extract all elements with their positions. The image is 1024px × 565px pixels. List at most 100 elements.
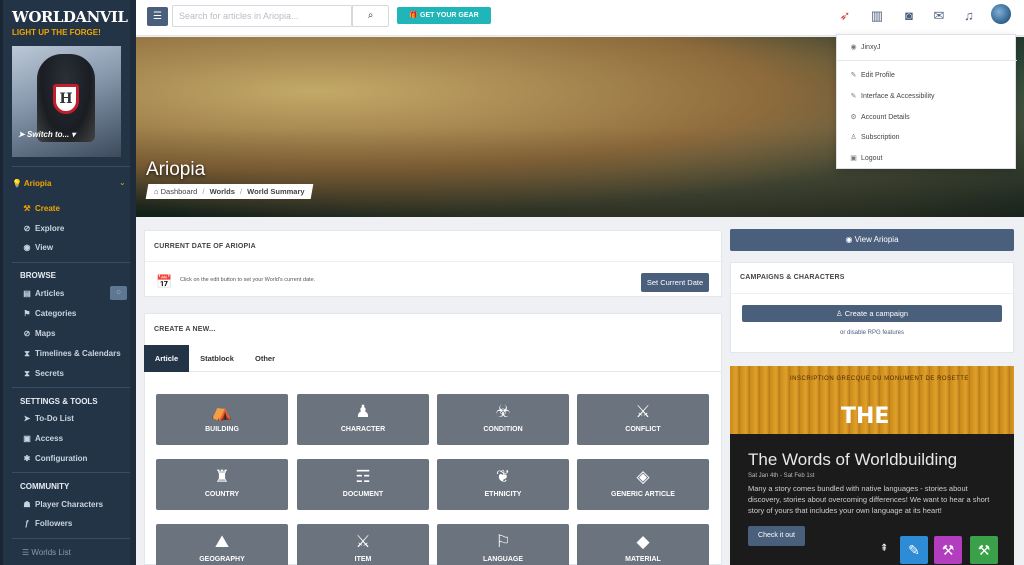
sword-icon: ⚔ <box>355 532 371 551</box>
search-button[interactable]: ⌕ <box>352 5 389 27</box>
scroll-icon: ⚑ <box>23 309 31 318</box>
lock-icon: ▣ <box>23 434 31 443</box>
sidebar-item-create[interactable]: ⚒ Create <box>22 204 60 213</box>
create-building-button[interactable]: ⛺ BUILDING <box>156 394 288 445</box>
create-campaign-button[interactable]: ♙ Create a campaign <box>742 305 1002 322</box>
menu-item-subscription[interactable]: ♙ Subscription <box>849 133 899 141</box>
hamburger-menu-button[interactable]: ☰ <box>147 7 168 26</box>
sidebar-item-explore[interactable]: ⊘ Explore <box>22 224 65 233</box>
feather-icon: ƒ <box>24 519 30 528</box>
create-new-title: CREATE A NEW... <box>154 326 216 333</box>
eye-icon: ◉ <box>23 243 31 252</box>
sidebar-item-world[interactable]: 💡 Ariopia <box>12 179 51 188</box>
sidebar-scrollbar[interactable] <box>0 0 3 565</box>
divider <box>731 293 1013 294</box>
create-material-button[interactable]: ◆ MATERIAL <box>577 524 709 565</box>
set-current-date-button[interactable]: Set Current Date <box>641 273 709 292</box>
chevron-down-icon[interactable]: ⌄ <box>119 178 126 187</box>
sidebar-item-access[interactable]: ▣ Access <box>22 434 63 443</box>
sidebar-item-player-characters[interactable]: ☗ Player Characters <box>22 500 103 509</box>
pencil-icon: ✎ <box>850 93 857 100</box>
gift-icon: 🎁 <box>409 12 419 19</box>
create-condition-button[interactable]: ☣ CONDITION <box>437 394 569 445</box>
user-avatar[interactable] <box>991 4 1011 24</box>
menu-item-interface[interactable]: ✎ Interface & Accessibility <box>849 92 935 100</box>
rocket-icon[interactable]: ➶ <box>835 7 855 25</box>
create-generic-article-button[interactable]: ◈ GENERIC ARTICLE <box>577 459 709 510</box>
eye-icon: ◉ <box>850 44 857 51</box>
community-heading: COMMUNITY <box>20 482 70 491</box>
sidebar-item-secrets[interactable]: ⧗ Secrets <box>22 369 64 379</box>
create-country-button[interactable]: ♜ COUNTRY <box>156 459 288 510</box>
switch-world-dropdown[interactable]: ➤ Switch to... ▾ <box>18 130 75 139</box>
worldanvil-logo[interactable]: WORLDANVIL <box>12 8 128 26</box>
hourglass-icon: ⧗ <box>24 349 30 358</box>
tab-statblock[interactable]: Statblock <box>193 345 241 372</box>
sidebar-item-followers[interactable]: ƒ Followers <box>22 519 73 528</box>
menu-item-edit-profile[interactable]: ✎ Edit Profile <box>849 71 895 79</box>
sidebar-item-worlds-list[interactable]: ☰ Worlds List <box>22 548 71 557</box>
ingot-icon: ◆ <box>636 532 650 551</box>
sidebar-item-configuration[interactable]: ✱ Configuration <box>22 454 88 463</box>
challenge-promo[interactable]: INSCRIPTION GRECQUE DU MONUMENT DE ROSET… <box>730 366 1014 565</box>
discord-icon[interactable]: ◙ <box>899 7 919 25</box>
sidebar-item-view[interactable]: ◉ View <box>22 243 54 252</box>
map-icon: ⊘ <box>23 329 31 338</box>
footprint-icon: ❦ <box>495 467 511 486</box>
book-icon: ▤ <box>23 289 31 298</box>
search-input[interactable] <box>172 5 352 27</box>
bell-icon[interactable]: ♫ <box>959 7 979 25</box>
pin-icon[interactable]: ⇞ <box>880 543 888 554</box>
send-icon: ➤ <box>18 130 25 139</box>
user-icon: ♙ <box>835 309 843 318</box>
get-your-gear-button[interactable]: 🎁 GET YOUR GEAR <box>397 7 491 24</box>
bulb-icon: 💡 <box>12 179 22 188</box>
tab-other[interactable]: Other <box>247 345 283 372</box>
create-ethnicity-button[interactable]: ❦ ETHNICITY <box>437 459 569 510</box>
menu-item-account-details[interactable]: ⚙ Account Details <box>849 113 909 121</box>
create-character-button[interactable]: ♟ CHARACTER <box>297 394 429 445</box>
create-geography-button[interactable]: ⛰ GEOGRAPHY <box>156 524 288 565</box>
home-icon: ⌂ <box>154 187 159 196</box>
compass-icon: ⊘ <box>23 224 31 233</box>
promo-title: The Words of Worldbuilding <box>748 450 958 469</box>
pickaxe-icon[interactable]: ⚒ <box>970 536 998 564</box>
settings-heading: SETTINGS & TOOLS <box>20 397 98 406</box>
create-item-button[interactable]: ⚔ ITEM <box>297 524 429 565</box>
envelope-icon[interactable]: ✉ <box>929 7 949 25</box>
breadcrumb-worlds[interactable]: Worlds <box>210 187 235 196</box>
hammer-icon[interactable]: ⚒ <box>934 536 962 564</box>
books-icon[interactable]: ▥ <box>867 7 887 25</box>
tab-article[interactable]: Article <box>144 345 189 372</box>
book-icon: ◈ <box>636 467 650 486</box>
create-conflict-button[interactable]: ⚔ CONFLICT <box>577 394 709 445</box>
visibility-toggle-icon[interactable]: ◌ <box>110 286 127 300</box>
quill-icon[interactable]: ✎ <box>900 536 928 564</box>
swords-icon: ⚔ <box>635 402 651 421</box>
tent-icon: ⛺ <box>211 402 233 421</box>
world-cover-image[interactable]: H ➤ Switch to... ▾ <box>12 46 121 157</box>
lock-icon: ▣ <box>850 155 857 162</box>
menu-item-logout[interactable]: ▣ Logout <box>849 154 882 162</box>
caret-down-icon: ▾ <box>71 130 76 139</box>
current-date-hint: Click on the edit button to set your Wor… <box>180 277 316 283</box>
sidebar-item-categories[interactable]: ⚑ Categories <box>22 309 76 318</box>
sidebar-item-timelines[interactable]: ⧗ Timelines & Calendars <box>22 349 120 359</box>
sidebar-item-maps[interactable]: ⊘ Maps <box>22 329 56 338</box>
divider <box>12 262 130 263</box>
mountain-icon: ⛰ <box>214 532 230 551</box>
breadcrumb-dashboard[interactable]: Dashboard <box>161 187 198 196</box>
sidebar-item-todo[interactable]: ➤ To-Do List <box>22 414 74 423</box>
gear-icon: ✱ <box>23 454 31 463</box>
promo-description: Many a story comes bundled with native l… <box>748 484 990 515</box>
sidebar-item-articles[interactable]: ▤ Articles <box>22 289 64 298</box>
browse-heading: BROWSE <box>20 271 56 280</box>
check-it-out-button[interactable]: Check it out <box>748 526 805 546</box>
create-document-button[interactable]: ☶ DOCUMENT <box>297 459 429 510</box>
divider <box>12 387 130 388</box>
gear-icon: ⚙ <box>850 114 857 121</box>
user-menu-username[interactable]: ◉ JinxyJ <box>849 43 880 51</box>
disable-rpg-link[interactable]: or disable RPG features <box>731 330 1013 336</box>
create-language-button[interactable]: ⚐ LANGUAGE <box>437 524 569 565</box>
view-world-button[interactable]: ◉ View Ariopia <box>730 229 1014 251</box>
